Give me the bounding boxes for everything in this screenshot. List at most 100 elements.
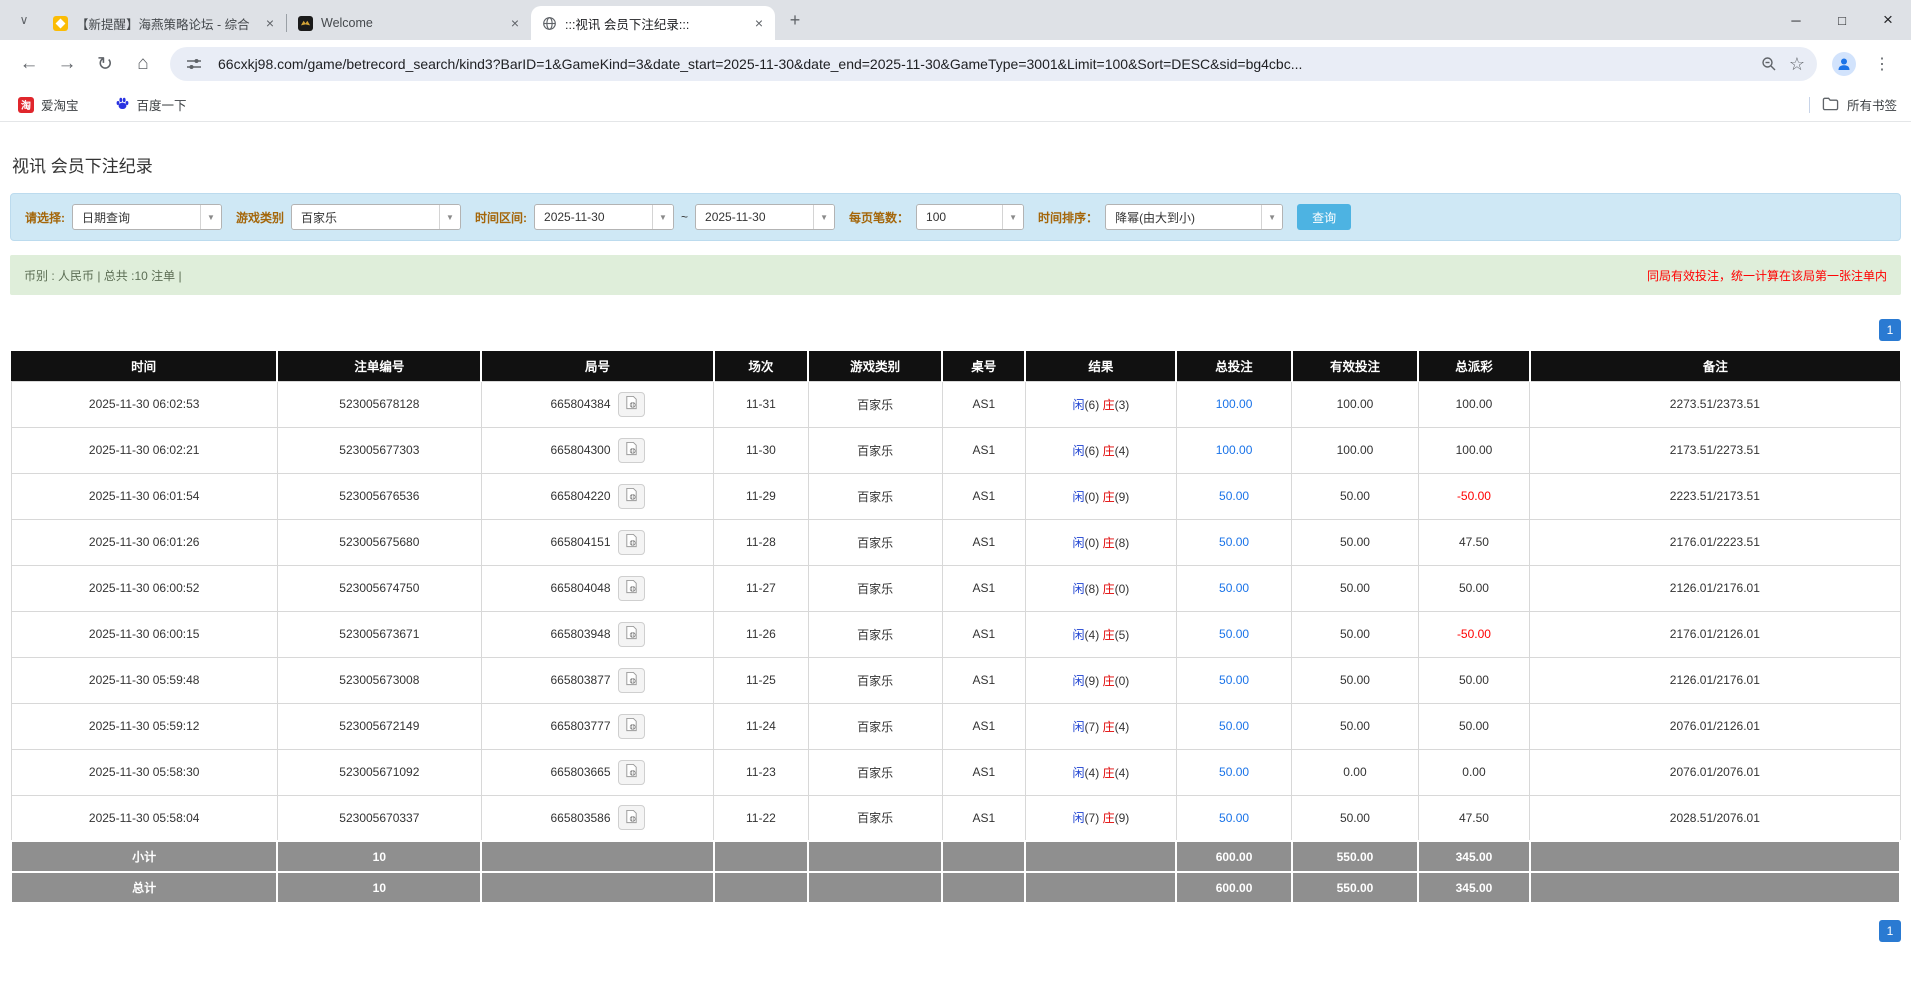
total-bet-link[interactable]: 100.00 (1216, 397, 1253, 411)
table-row: 2025-11-30 06:00:52523005674750665804048… (11, 565, 1900, 611)
valid-bet-cell: 100.00 (1292, 427, 1419, 473)
close-icon[interactable]: × (507, 15, 523, 31)
result-cell: 闲(6) 庄(3) (1025, 381, 1176, 427)
total-bet-cell[interactable]: 50.00 (1176, 565, 1291, 611)
new-tab-button[interactable]: + (781, 6, 809, 34)
all-bookmarks-button[interactable]: 所有书签 (1822, 95, 1897, 114)
chevron-down-icon[interactable]: ▼ (200, 205, 221, 229)
home-button[interactable]: ⌂ (126, 47, 160, 81)
forward-button[interactable]: → (50, 47, 84, 81)
video-replay-button[interactable] (618, 576, 645, 601)
query-type-select[interactable]: 日期查询 ▼ (72, 204, 222, 230)
chevron-down-icon[interactable]: ▼ (813, 205, 834, 229)
bookmark-aitaobao[interactable]: 淘 爱淘宝 (14, 92, 83, 118)
video-file-icon (624, 809, 639, 827)
video-replay-button[interactable] (618, 668, 645, 693)
site-settings-tune-icon[interactable] (180, 50, 208, 78)
summary-row: 总计10600.00550.00345.00 (11, 872, 1900, 903)
video-replay-button[interactable] (618, 622, 645, 647)
total-bet-cell[interactable]: 50.00 (1176, 749, 1291, 795)
total-bet-link[interactable]: 50.00 (1219, 719, 1249, 733)
round-no-cell: 665803586 (481, 795, 713, 841)
per-page-select[interactable]: 100 ▼ (916, 204, 1024, 230)
close-icon[interactable]: × (262, 15, 278, 31)
total-bet-cell[interactable]: 50.00 (1176, 795, 1291, 841)
video-file-icon (624, 395, 639, 413)
video-replay-button[interactable] (618, 714, 645, 739)
total-bet-link[interactable]: 50.00 (1219, 811, 1249, 825)
chevron-down-icon[interactable]: ▼ (652, 205, 673, 229)
result-player-label: 闲 (1073, 536, 1085, 550)
total-bet-link[interactable]: 50.00 (1219, 627, 1249, 641)
chevron-down-icon[interactable]: ▼ (1002, 205, 1023, 229)
browser-menu-button[interactable]: ⋮ (1865, 47, 1899, 81)
result-player-count: (9) (1085, 674, 1100, 688)
table-row: 2025-11-30 05:59:12523005672149665803777… (11, 703, 1900, 749)
bookmark-star-icon[interactable]: ☆ (1783, 50, 1811, 78)
bet-time-cell: 2025-11-30 06:02:53 (11, 381, 277, 427)
search-button[interactable]: 查询 (1297, 204, 1351, 230)
game-type-cell: 百家乐 (808, 703, 942, 749)
summary-total-bet-cell: 600.00 (1176, 872, 1291, 903)
game-type-select[interactable]: 百家乐 ▼ (291, 204, 461, 230)
total-bet-link[interactable]: 50.00 (1219, 673, 1249, 687)
chevron-down-icon[interactable]: ▼ (1261, 205, 1282, 229)
empty-cell (1025, 841, 1176, 872)
total-bet-cell[interactable]: 50.00 (1176, 473, 1291, 519)
video-replay-button[interactable] (618, 760, 645, 785)
result-banker-label: 庄 (1103, 720, 1115, 734)
video-replay-button[interactable] (618, 530, 645, 555)
tab-welcome[interactable]: Welcome × (287, 6, 531, 40)
reload-button[interactable]: ↻ (88, 47, 122, 81)
column-header: 场次 (714, 351, 808, 381)
total-bet-link[interactable]: 50.00 (1219, 581, 1249, 595)
column-header: 总投注 (1176, 351, 1291, 381)
back-button[interactable]: ← (12, 47, 46, 81)
page-number-button[interactable]: 1 (1879, 319, 1901, 341)
sort-select[interactable]: 降幂(由大到小) ▼ (1105, 204, 1283, 230)
total-bet-cell[interactable]: 50.00 (1176, 657, 1291, 703)
profile-button[interactable] (1827, 47, 1861, 81)
video-replay-button[interactable] (618, 392, 645, 417)
total-bet-link[interactable]: 50.00 (1219, 765, 1249, 779)
tab-betrecord[interactable]: :::视讯 会员下注纪录::: × (531, 6, 775, 40)
total-bet-cell[interactable]: 50.00 (1176, 703, 1291, 749)
total-bet-cell[interactable]: 100.00 (1176, 427, 1291, 473)
result-cell: 闲(9) 庄(0) (1025, 657, 1176, 703)
tab-search-button[interactable]: ∨ (10, 6, 38, 34)
close-window-button[interactable]: × (1865, 0, 1911, 40)
valid-bet-cell: 50.00 (1292, 473, 1419, 519)
address-bar[interactable]: 66cxkj98.com/game/betrecord_search/kind3… (170, 47, 1817, 81)
table-no-cell: AS1 (942, 519, 1025, 565)
total-bet-cell[interactable]: 100.00 (1176, 381, 1291, 427)
bet-time-cell: 2025-11-30 05:59:12 (11, 703, 277, 749)
round-no-cell: 665803948 (481, 611, 713, 657)
bookmark-baidu[interactable]: 百度一下 (111, 92, 191, 118)
sort-value: 降幂(由大到小) (1106, 209, 1261, 226)
empty-cell (942, 872, 1025, 903)
bet-no-cell: 523005670337 (277, 795, 481, 841)
bookmark-label: 爱淘宝 (41, 95, 79, 114)
close-icon[interactable]: × (751, 15, 767, 31)
minimize-button[interactable]: ─ (1773, 0, 1819, 40)
total-bet-cell[interactable]: 50.00 (1176, 519, 1291, 565)
tab-forum[interactable]: 【新提醒】海燕策略论坛 - 综合 × (42, 6, 286, 40)
url-text[interactable]: 66cxkj98.com/game/betrecord_search/kind3… (218, 56, 1755, 72)
total-bet-link[interactable]: 50.00 (1219, 489, 1249, 503)
game-type-label: 游戏类别 (236, 209, 284, 226)
date-start-select[interactable]: 2025-11-30 ▼ (534, 204, 674, 230)
video-replay-button[interactable] (618, 438, 645, 463)
per-page-label: 每页笔数： (849, 209, 909, 226)
total-bet-link[interactable]: 100.00 (1216, 443, 1253, 457)
result-banker-count: (9) (1115, 811, 1130, 825)
date-end-select[interactable]: 2025-11-30 ▼ (695, 204, 835, 230)
chevron-down-icon[interactable]: ▼ (439, 205, 460, 229)
zoom-magnifier-icon[interactable] (1755, 50, 1783, 78)
page-number-button[interactable]: 1 (1879, 920, 1901, 942)
video-replay-button[interactable] (618, 805, 645, 830)
total-bet-link[interactable]: 50.00 (1219, 535, 1249, 549)
maximize-button[interactable]: □ (1819, 0, 1865, 40)
page-content: 视讯 会员下注纪录 请选择: 日期查询 ▼ 游戏类别 百家乐 ▼ 时间区间: 2… (0, 152, 1911, 942)
video-replay-button[interactable] (618, 484, 645, 509)
total-bet-cell[interactable]: 50.00 (1176, 611, 1291, 657)
